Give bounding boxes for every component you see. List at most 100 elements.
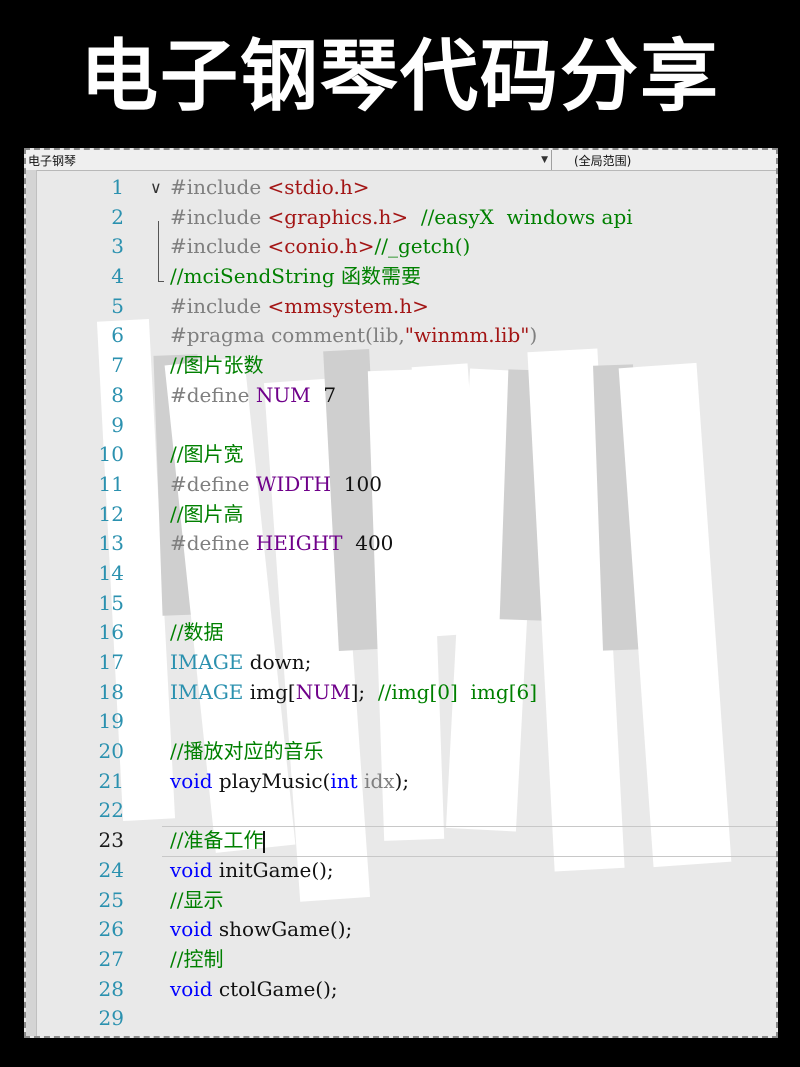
code-token: 400 [342,531,394,556]
code-token: ) [529,323,538,348]
line-number: 15 [98,590,124,615]
code-token: IMAGE [170,679,244,704]
code-text: IMAGE down; [170,648,311,678]
code-token: #define [170,382,256,407]
code-line[interactable]: 22 [26,796,776,826]
line-number: 12 [98,501,124,526]
code-text: #define WIDTH 100 [170,470,382,500]
code-text: void initGame(); [170,856,334,886]
line-number: 3 [111,234,124,259]
code-token: 7 [310,382,337,407]
code-token: IMAGE [170,650,244,674]
code-token: #define [170,471,256,496]
code-line[interactable]: 5 #include <mmsystem.h> [26,292,776,322]
code-line[interactable]: 18 IMAGE img[NUM]; //img[0] img[6] [26,678,776,708]
project-name: 电子钢琴 [28,153,77,168]
code-line[interactable]: 10 //图片宽 [26,440,776,470]
line-number: 11 [98,471,124,496]
code-token: down; [243,650,312,674]
line-number: 9 [111,412,124,437]
line-number: 1 [111,175,124,199]
code-line[interactable]: 11 #define WIDTH 100 [26,470,776,500]
code-token: //播放对应的音乐 [170,739,324,764]
line-number: 22 [98,798,124,823]
code-text: #include <mmsystem.h> [170,292,429,322]
code-token: NUM [295,679,351,704]
code-token: int [330,768,358,793]
code-token: idx [357,768,395,793]
code-line[interactable]: 8 #define NUM 7 [26,381,776,411]
code-line[interactable]: 20 //播放对应的音乐 [26,737,776,767]
code-line[interactable]: 27 //控制 [26,945,776,975]
code-text: void showGame(); [170,915,352,945]
code-line[interactable]: 4 //mciSendString 函数需要 [26,262,776,292]
code-line[interactable]: 14 [26,559,776,589]
code-text: void playMusic(int idx); [170,767,409,797]
code-line[interactable]: 25 //显示 [26,886,776,916]
code-line[interactable]: 13 #define HEIGHT 400 [26,529,776,559]
code-line[interactable]: 9 [26,411,776,441]
code-area[interactable]: 1 ∨ #include <stdio.h> 2 #include <graphics.… [26,173,776,1034]
line-number: 27 [98,946,124,971]
code-token: initGame(); [212,857,334,882]
code-line[interactable]: 23 //准备工作 [26,826,776,858]
fold-guide [158,221,159,281]
code-token: void [170,917,213,942]
code-text: //mciSendString 函数需要 [170,262,421,292]
code-token: <mmsystem.h> [267,293,429,318]
line-number: 5 [111,293,124,318]
code-line[interactable]: 17 IMAGE down; [26,648,776,678]
code-line[interactable]: 26 void showGame(); [26,915,776,945]
code-text: #define HEIGHT 400 [170,529,393,559]
line-number: 23 [98,828,124,853]
line-number: 8 [111,382,124,407]
code-line[interactable]: 24 void initGame(); [26,856,776,886]
code-token: 100 [331,471,382,496]
code-token: #include [170,175,268,199]
code-line[interactable]: 19 [26,707,776,737]
code-token: //图片张数 [170,353,264,378]
fold-toggle-icon[interactable]: ∨ [150,173,162,203]
code-token: //_getch() [374,234,471,259]
code-token: HEIGHT [255,531,343,556]
navigation-bar: 电子钢琴 ▼ (全局范围) [26,150,776,171]
code-editor[interactable]: 电子钢琴 ▼ (全局范围) 1 ∨ #include <stdio.h> 2 #incl… [24,148,778,1038]
code-line[interactable]: 15 [26,589,776,619]
project-dropdown[interactable]: 电子钢琴 ▼ [26,150,552,170]
code-token: playMusic( [212,768,331,793]
code-line[interactable]: 16 //数据 [26,618,776,648]
code-line[interactable]: 1 ∨ #include <stdio.h> [26,173,776,203]
code-line[interactable]: 12 //图片高 [26,500,776,530]
code-token: img[ [243,679,296,704]
code-text: void ctolGame(); [170,975,338,1005]
line-number: 29 [98,1006,124,1031]
code-token: <graphics.h> [267,204,409,229]
scope-dropdown[interactable]: (全局范围) [552,150,631,170]
line-number: 18 [98,679,124,704]
code-token: //mciSendString 函数需要 [170,264,421,289]
code-text: #pragma comment(lib,"winmm.lib") [170,321,537,351]
code-line[interactable]: 3 #include <conio.h>//_getch() [26,232,776,262]
code-line[interactable]: 7 //图片张数 [26,351,776,381]
code-line[interactable]: 6 #pragma comment(lib,"winmm.lib") [26,321,776,351]
code-line[interactable]: 29 [26,1004,776,1034]
code-token: #define [170,531,256,556]
code-text: //控制 [170,945,223,975]
code-token: //easyX windows api [408,204,633,229]
line-number: 20 [98,739,124,764]
line-number: 26 [98,917,124,942]
code-text: //显示 [170,886,223,916]
code-text: IMAGE img[NUM]; //img[0] img[6] [170,678,537,708]
code-token: //图片高 [170,501,244,526]
scope-label: (全局范围) [574,153,632,168]
code-token: WIDTH [255,471,332,496]
code-text: #define NUM 7 [170,381,336,411]
code-token: NUM [255,382,311,407]
line-number: 16 [98,620,124,645]
code-line[interactable]: 28 void ctolGame(); [26,975,776,1005]
code-line[interactable]: 2 #include <graphics.h> //easyX windows a… [26,203,776,233]
line-number: 28 [98,976,124,1001]
code-token: ); [394,768,410,793]
code-line[interactable]: 21 void playMusic(int idx); [26,767,776,797]
fold-guide-end [158,281,164,282]
